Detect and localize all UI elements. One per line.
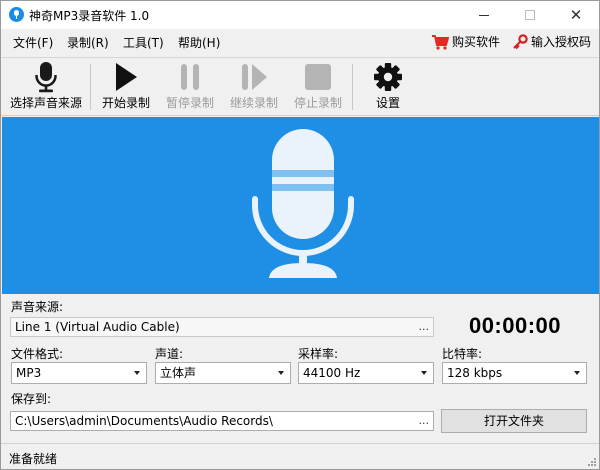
gear-icon: [374, 63, 402, 91]
buy-software-label: 购买软件: [452, 35, 501, 49]
pause-icon: [181, 64, 199, 90]
menu-help[interactable]: 帮助(H): [178, 34, 220, 51]
resume-icon: [242, 64, 267, 90]
enter-license-label: 输入授权码: [531, 35, 592, 49]
shopping-cart-icon: [432, 34, 449, 50]
format-value: MP3: [16, 366, 42, 380]
save-path-field[interactable]: C:\Users\admin\Documents\Audio Records\ …: [10, 411, 434, 431]
app-mic-icon: [9, 7, 24, 22]
chevron-down-icon: [574, 371, 580, 375]
open-folder-button[interactable]: 打开文件夹: [441, 409, 587, 433]
channels-select[interactable]: 立体声: [155, 362, 291, 384]
status-text: 准备就绪: [9, 452, 58, 466]
window-title: 神奇MP3录音软件 1.0: [29, 9, 150, 23]
settings-button[interactable]: 设置: [359, 60, 417, 116]
source-browse-button[interactable]: ...: [419, 318, 430, 336]
bitrate-value: 128 kbps: [447, 366, 503, 380]
stop-icon: [305, 64, 331, 90]
chevron-down-icon: [421, 371, 427, 375]
start-recording-label: 开始录制: [101, 96, 150, 110]
source-label: 声音来源:: [11, 300, 64, 314]
format-label: 文件格式:: [11, 347, 64, 361]
title-bar: 神奇MP3录音软件 1.0 ✕: [1, 1, 599, 29]
sample-rate-value: 44100 Hz: [303, 366, 361, 380]
chevron-down-icon: [134, 371, 140, 375]
pause-recording-label: 暂停录制: [165, 96, 214, 110]
bitrate-select[interactable]: 128 kbps: [442, 362, 587, 384]
app-window: 神奇MP3录音软件 1.0 ✕ 文件(F) 录制(R) 工具(T) 帮助(H) …: [0, 0, 600, 470]
play-icon: [116, 63, 137, 91]
settings-panel: 声音来源: Line 1 (Virtual Audio Cable) ... 0…: [1, 294, 599, 442]
menu-record[interactable]: 录制(R): [67, 34, 109, 51]
settings-label: 设置: [375, 96, 400, 110]
key-icon: [513, 33, 528, 49]
format-select[interactable]: MP3: [11, 362, 147, 384]
menu-tools[interactable]: 工具(T): [123, 34, 164, 51]
buy-software-link[interactable]: 购买软件: [431, 33, 500, 50]
source-field[interactable]: Line 1 (Virtual Audio Cable) ...: [10, 317, 434, 337]
toolbar-separator: [90, 64, 91, 110]
stop-recording-label: 停止录制: [293, 96, 342, 110]
resize-grip-icon[interactable]: [587, 457, 597, 467]
toolbar: 选择声音来源 开始录制 暂停录制 继续录制 停止录制 设置: [1, 57, 599, 116]
pause-recording-button[interactable]: 暂停录制: [161, 60, 219, 116]
minimize-button[interactable]: [461, 1, 507, 29]
large-microphone-icon: [252, 129, 354, 278]
minimize-icon: [479, 14, 489, 16]
channels-label: 声道:: [155, 347, 184, 361]
resume-recording-label: 继续录制: [229, 96, 278, 110]
maximize-button[interactable]: [507, 1, 553, 29]
recording-banner: [2, 117, 599, 294]
resume-recording-button[interactable]: 继续录制: [225, 60, 283, 116]
bitrate-label: 比特率:: [442, 347, 483, 361]
enter-license-link[interactable]: 输入授权码: [512, 33, 591, 50]
select-source-button[interactable]: 选择声音来源: [7, 60, 85, 116]
chevron-down-icon: [278, 371, 284, 375]
recording-timer: 00:00:00: [468, 313, 562, 338]
menu-file[interactable]: 文件(F): [13, 34, 53, 51]
save-browse-button[interactable]: ...: [419, 412, 430, 430]
save-to-label: 保存到:: [11, 392, 52, 406]
source-value: Line 1 (Virtual Audio Cable): [15, 320, 180, 334]
sample-rate-select[interactable]: 44100 Hz: [298, 362, 434, 384]
start-recording-button[interactable]: 开始录制: [97, 60, 155, 116]
stop-recording-button[interactable]: 停止录制: [289, 60, 347, 116]
status-bar: 准备就绪: [1, 443, 599, 469]
menu-bar: 文件(F) 录制(R) 工具(T) 帮助(H) 购买软件 输入授权码: [1, 29, 599, 55]
microphone-icon: [35, 62, 57, 93]
maximize-icon: [525, 10, 535, 20]
close-icon: ✕: [569, 6, 583, 24]
channels-value: 立体声: [160, 366, 197, 380]
close-button[interactable]: ✕: [553, 1, 599, 29]
sample-rate-label: 采样率:: [298, 347, 339, 361]
save-path-value: C:\Users\admin\Documents\Audio Records\: [15, 414, 273, 428]
toolbar-separator: [352, 64, 353, 110]
select-source-label: 选择声音来源: [9, 96, 82, 110]
